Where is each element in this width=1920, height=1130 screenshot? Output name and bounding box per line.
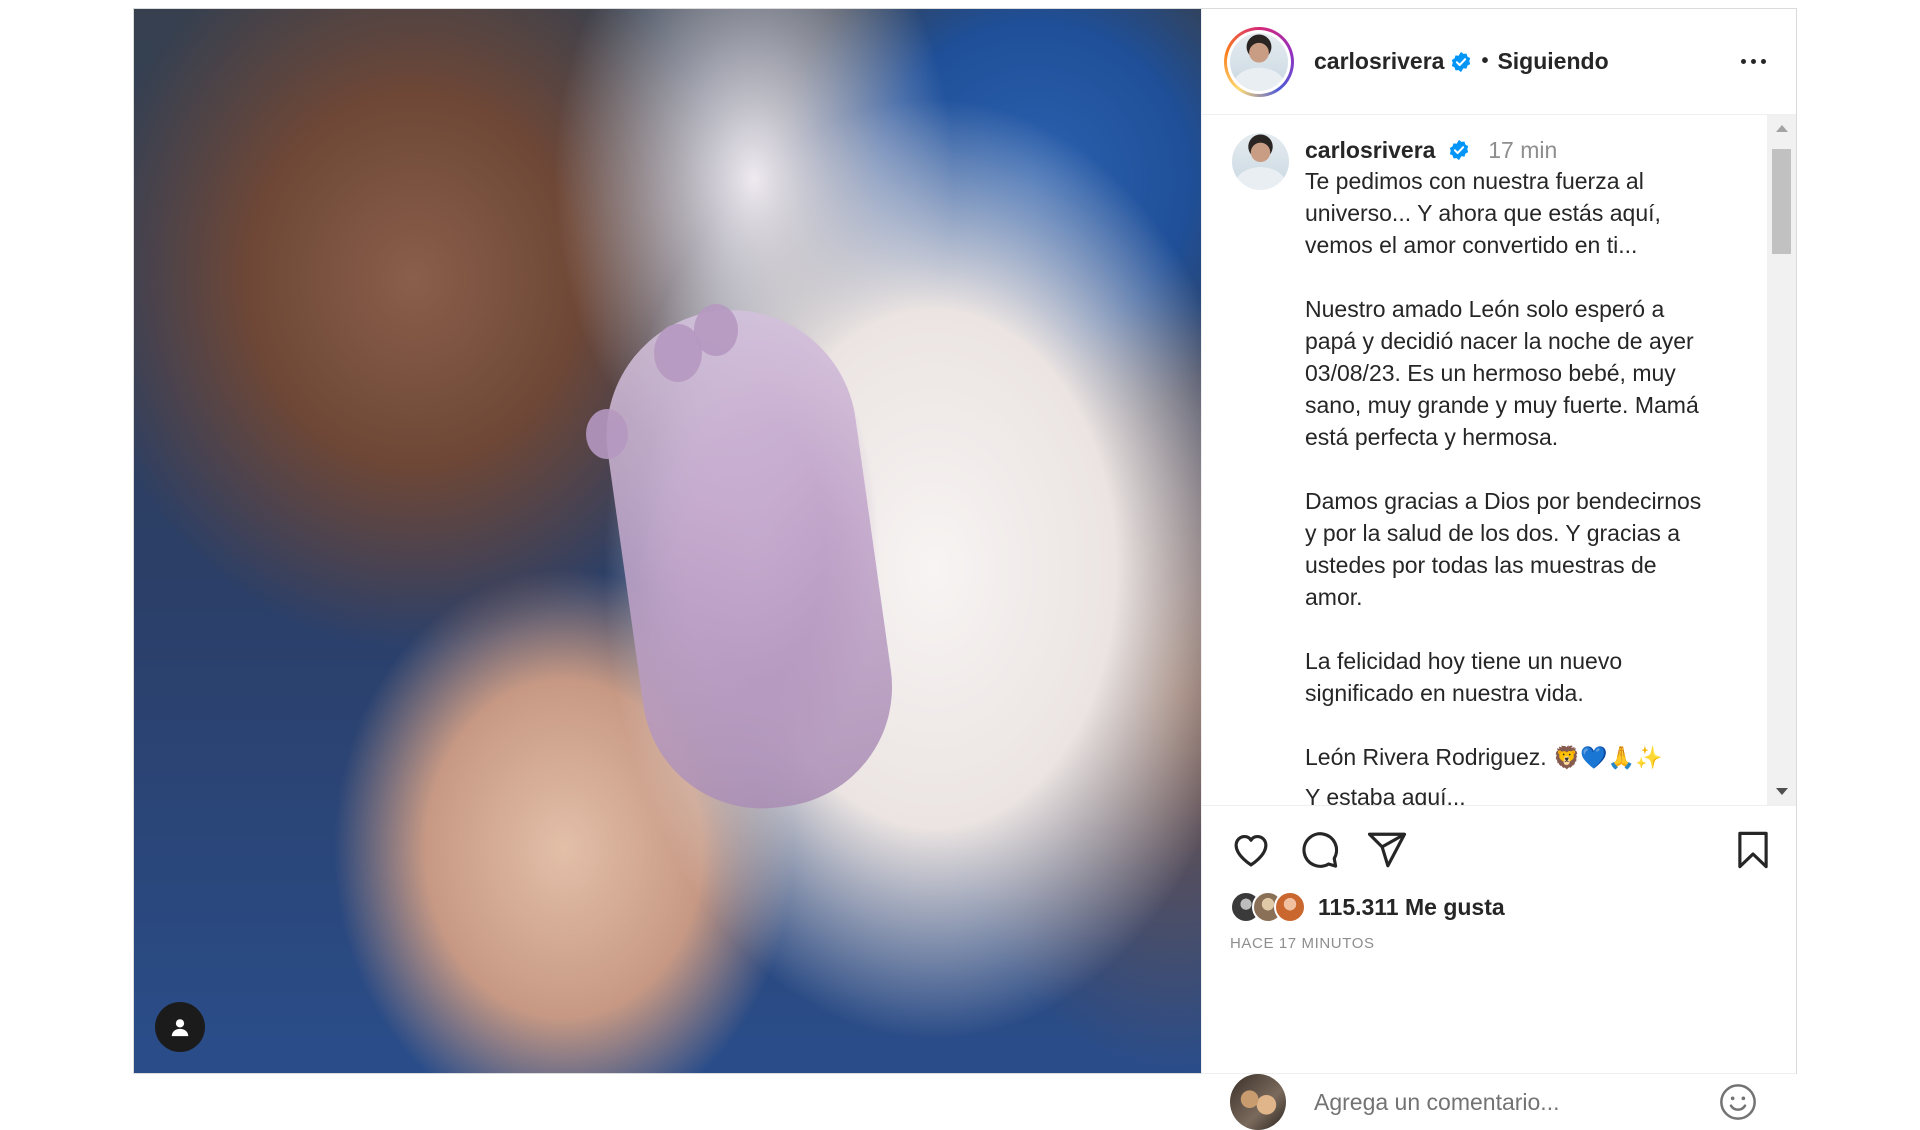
caption-paragraph: La felicidad hoy tiene un nuevo signific… [1305,648,1623,706]
like-button[interactable] [1230,829,1272,871]
liker-avatars[interactable] [1230,891,1306,923]
user-tag-icon [171,1019,189,1037]
more-options-icon[interactable] [1731,49,1776,74]
verified-badge-icon [1449,139,1468,161]
caption-last-line-text: León Rivera Rodriguez. [1305,744,1547,770]
post-timestamp[interactable]: HACE 17 MINUTOS [1230,935,1774,952]
avatar [1230,32,1288,91]
smiley-icon [1720,1084,1756,1120]
verified-badge-icon [1452,51,1471,72]
scrollbar[interactable] [1767,115,1796,805]
caption-paragraph: Damos gracias a Dios por bendecirnos y p… [1305,488,1702,610]
scroll-down-arrow-icon[interactable] [1776,788,1788,795]
heart-icon [1234,834,1268,867]
scrollbar-thumb[interactable] [1772,149,1791,254]
caption-paragraph: Nuestro amado León solo esperó a papá y … [1305,296,1699,450]
current-user-avatar [1230,1074,1286,1130]
separator-dot: • [1481,50,1489,72]
add-comment-bar [1202,1073,1796,1130]
post-header: carlosrivera • Siguiendo [1202,9,1796,115]
caption-paragraph: Te pedimos con nuestra fuerza al univers… [1305,168,1661,258]
likes-count[interactable]: 115.311 Me gusta [1318,894,1505,921]
user-tag-button[interactable] [155,1002,205,1052]
following-button[interactable]: Siguiendo [1497,48,1608,75]
photo-toe [586,409,628,459]
photo-toe [694,304,738,356]
caption-last-line: León Rivera Rodriguez. 🦁💙🙏✨ [1305,741,1727,775]
caption-username[interactable]: carlosrivera [1305,137,1435,163]
share-button[interactable] [1366,829,1408,871]
avatar [1274,891,1306,923]
story-ring[interactable] [1224,26,1294,97]
caption-time[interactable]: 17 min [1488,137,1557,163]
save-button[interactable] [1732,829,1774,871]
header-username[interactable]: carlosrivera [1314,48,1444,75]
photo-baby-foot [590,294,908,824]
scroll-up-arrow-icon[interactable] [1776,125,1788,132]
caption-cut-off-line: Y estaba aquí... [1305,784,1466,805]
post-actions: 115.311 Me gusta HACE 17 MINUTOS [1202,805,1796,1073]
post-sidebar: carlosrivera • Siguiendo carlosrivera 17… [1201,9,1796,1130]
emoji-button[interactable] [1718,1082,1758,1122]
comments-area[interactable]: carlosrivera 17 min Te pedimos con nuest… [1202,115,1796,805]
instagram-post: carlosrivera • Siguiendo carlosrivera 17… [133,8,1797,1130]
caption-avatar[interactable] [1232,133,1289,190]
caption-emojis: 🦁💙🙏✨ [1553,746,1663,771]
post-photo[interactable] [134,9,1201,1073]
comment-input[interactable] [1312,1087,1718,1117]
paper-plane-icon [1367,832,1407,868]
comment-bubble-icon [1302,832,1339,868]
caption: carlosrivera 17 min Te pedimos con nuest… [1232,133,1727,805]
bookmark-icon [1738,831,1768,869]
comment-button[interactable] [1298,829,1340,871]
